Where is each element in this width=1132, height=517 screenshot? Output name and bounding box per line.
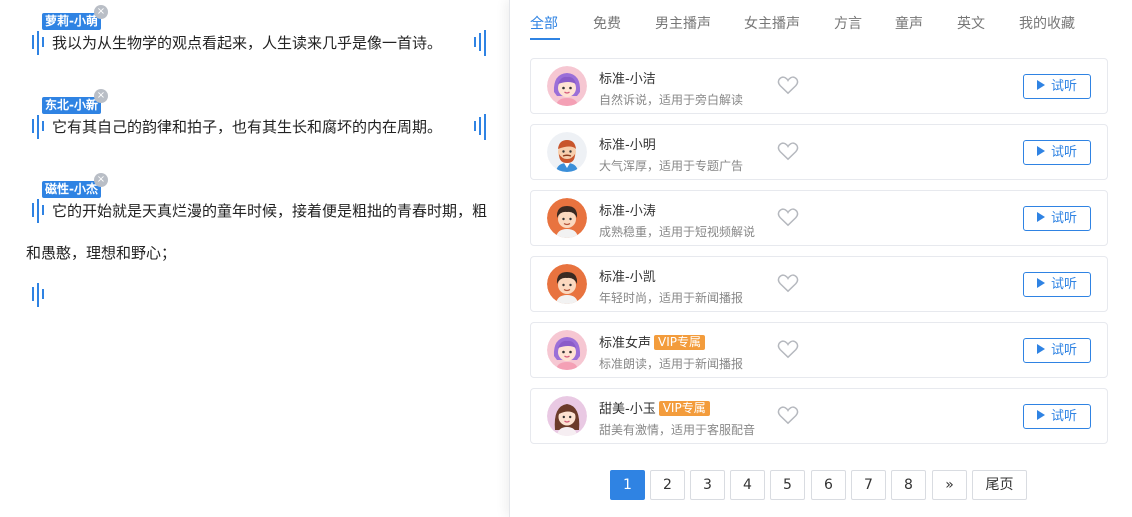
tab-male-anchor[interactable]: 男主播声 — [655, 14, 711, 34]
tab-female-anchor[interactable]: 女主播声 — [744, 14, 800, 34]
voice-name: 甜美-小玉 VIP专属 — [599, 398, 710, 417]
play-icon — [1036, 410, 1045, 420]
paragraph-start-marker-icon — [32, 198, 44, 224]
paragraph-text[interactable]: 它的开始就是天真烂漫的童年时候，接着便是粗拙的青春时期，粗 — [52, 201, 487, 221]
page-3-button[interactable]: 3 — [690, 470, 725, 500]
tab-child-voice[interactable]: 童声 — [895, 14, 923, 34]
try-listen-button[interactable]: 试听 — [1023, 338, 1091, 363]
voice-name: 标准-小洁 — [599, 68, 656, 87]
favorite-heart-icon[interactable] — [777, 405, 799, 425]
favorite-heart-icon[interactable] — [777, 141, 799, 161]
page-7-button[interactable]: 7 — [851, 470, 886, 500]
play-icon — [1036, 80, 1045, 90]
page-4-button[interactable]: 4 — [730, 470, 765, 500]
vip-badge: VIP专属 — [658, 401, 710, 416]
page-5-button[interactable]: 5 — [770, 470, 805, 500]
voice-name-text: 甜美-小玉 — [599, 402, 656, 417]
voice-card[interactable]: 甜美-小玉 VIP专属 甜美有激情，适用于客服配音 试听 — [530, 388, 1108, 444]
voice-description: 大气浑厚，适用于专题广告 — [599, 159, 744, 173]
paragraph-end-marker-icon — [474, 114, 486, 140]
favorite-heart-icon[interactable] — [777, 339, 799, 359]
voice-name-text: 标准-小涛 — [599, 204, 656, 219]
page-1-button[interactable]: 1 — [610, 470, 645, 500]
paragraph-end-marker-icon — [474, 30, 486, 56]
empty-paragraph-marker-icon — [32, 282, 44, 308]
voice-description: 自然诉说，适用于旁白解读 — [599, 93, 744, 107]
voice-card[interactable]: 标准女声 VIP专属 标准朗读，适用于新闻播报 试听 — [530, 322, 1108, 378]
play-icon — [1036, 146, 1045, 156]
vip-badge: VIP专属 — [654, 335, 706, 350]
paragraph-start-marker-icon — [32, 114, 44, 140]
tab-english[interactable]: 英文 — [957, 14, 985, 34]
try-listen-button[interactable]: 试听 — [1023, 74, 1091, 99]
man-avatar-icon — [547, 264, 587, 304]
voice-name-text: 标准-小明 — [599, 138, 656, 153]
try-listen-button[interactable]: 试听 — [1023, 206, 1091, 231]
next-page-button[interactable]: » — [932, 470, 967, 500]
last-page-button[interactable]: 尾页 — [972, 470, 1027, 500]
try-listen-label: 试听 — [1050, 211, 1077, 226]
favorite-heart-icon[interactable] — [777, 207, 799, 227]
try-listen-label: 试听 — [1050, 145, 1077, 160]
man-avatar-icon — [547, 198, 587, 238]
voice-card[interactable]: 标准-小洁 自然诉说，适用于旁白解读 试听 — [530, 58, 1108, 114]
paragraph-text[interactable]: 它有其自己的韵律和拍子，也有其生长和腐坏的内在周期。 — [52, 117, 442, 137]
page-8-button[interactable]: 8 — [891, 470, 926, 500]
paragraph-text-continuation[interactable]: 和愚憨，理想和野心； — [26, 243, 176, 263]
voice-card[interactable]: 标准-小凯 年轻时尚，适用于新闻播报 试听 — [530, 256, 1108, 312]
voice-card[interactable]: 标准-小涛 成熟稳重，适用于短视频解说 试听 — [530, 190, 1108, 246]
favorite-heart-icon[interactable] — [777, 75, 799, 95]
girl-avatar-icon — [547, 66, 587, 106]
play-icon — [1036, 344, 1045, 354]
voice-description: 成熟稳重，适用于短视频解说 — [599, 225, 756, 239]
favorite-heart-icon[interactable] — [777, 273, 799, 293]
voice-name-text: 标准女声 — [599, 336, 652, 351]
tab-free[interactable]: 免费 — [593, 14, 621, 34]
tab-my-favorites[interactable]: 我的收藏 — [1019, 14, 1075, 34]
voice-name: 标准-小明 — [599, 134, 656, 153]
voice-tag[interactable]: 磁性-小杰 — [42, 181, 101, 198]
voice-tag[interactable]: 东北-小新 — [42, 97, 101, 114]
paragraph-start-marker-icon — [32, 30, 44, 56]
paragraph-text[interactable]: 我以为从生物学的观点看起来，人生读来几乎是像一首诗。 — [52, 33, 442, 53]
tab-all[interactable]: 全部 — [530, 14, 558, 34]
try-listen-label: 试听 — [1050, 79, 1077, 94]
bearded-man-avatar-icon — [547, 132, 587, 172]
tab-dialect[interactable]: 方言 — [834, 14, 862, 34]
voice-selection-panel: 全部 免费 男主播声 女主播声 方言 童声 英文 我的收藏 标准-小洁 自然诉说… — [509, 0, 1132, 517]
remove-voice-tag-icon[interactable]: × — [94, 5, 108, 19]
try-listen-button[interactable]: 试听 — [1023, 140, 1091, 165]
remove-voice-tag-icon[interactable]: × — [94, 89, 108, 103]
woman-avatar-icon — [547, 396, 587, 436]
voice-description: 标准朗读，适用于新闻播报 — [599, 357, 744, 371]
try-listen-button[interactable]: 试听 — [1023, 272, 1091, 297]
voice-description: 年轻时尚，适用于新闻播报 — [599, 291, 744, 305]
voice-name-text: 标准-小凯 — [599, 270, 656, 285]
voice-name: 标准-小凯 — [599, 266, 656, 285]
try-listen-label: 试听 — [1050, 343, 1077, 358]
active-tab-indicator — [530, 38, 560, 40]
voice-description: 甜美有激情，适用于客服配音 — [599, 423, 756, 437]
page-6-button[interactable]: 6 — [811, 470, 846, 500]
try-listen-label: 试听 — [1050, 409, 1077, 424]
voice-card[interactable]: 标准-小明 大气浑厚，适用于专题广告 试听 — [530, 124, 1108, 180]
play-icon — [1036, 278, 1045, 288]
voice-name: 标准-小涛 — [599, 200, 656, 219]
page-2-button[interactable]: 2 — [650, 470, 685, 500]
try-listen-label: 试听 — [1050, 277, 1077, 292]
girl-avatar-icon — [547, 330, 587, 370]
voice-name: 标准女声 VIP专属 — [599, 332, 706, 351]
voice-tag[interactable]: 萝莉-小萌 — [42, 13, 101, 30]
try-listen-button[interactable]: 试听 — [1023, 404, 1091, 429]
app-root: 萝莉-小萌 × 我以为从生物学的观点看起来，人生读来几乎是像一首诗。 东北-小新… — [0, 0, 1132, 517]
remove-voice-tag-icon[interactable]: × — [94, 173, 108, 187]
voice-name-text: 标准-小洁 — [599, 72, 656, 87]
play-icon — [1036, 212, 1045, 222]
